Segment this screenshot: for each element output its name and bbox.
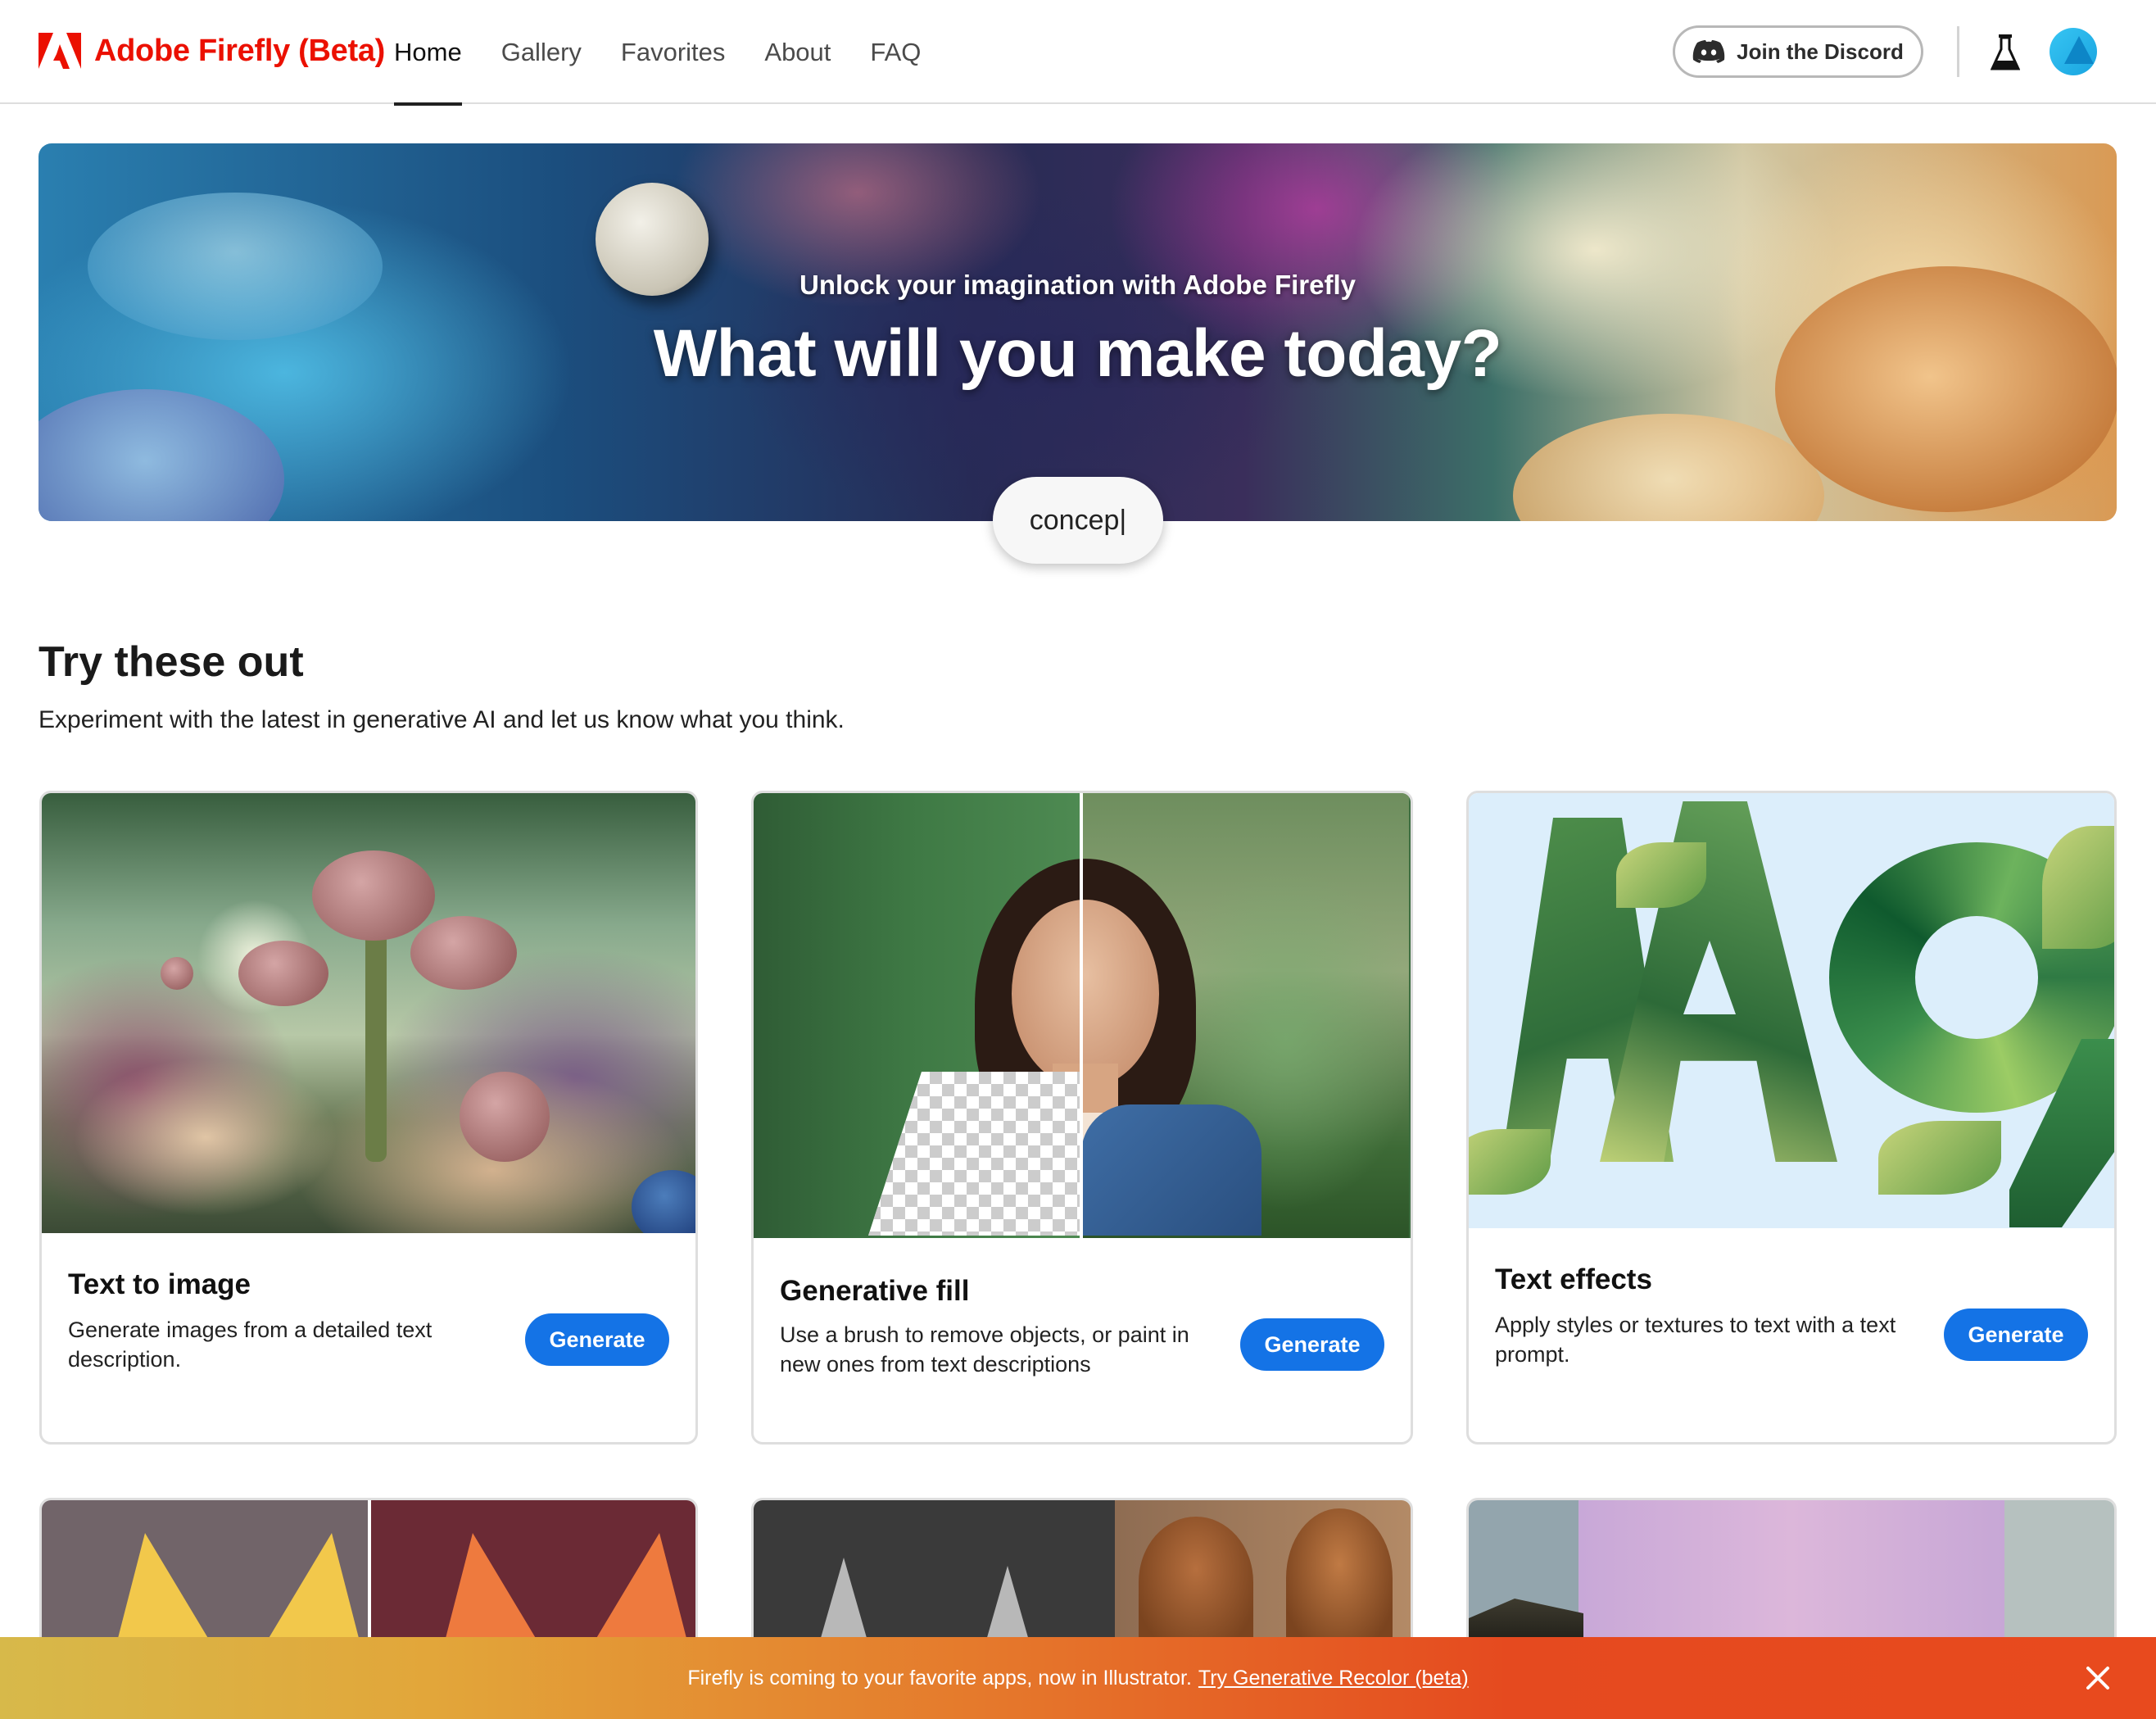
join-discord-label: Join the Discord [1737, 39, 1904, 64]
nav-gallery[interactable]: Gallery [482, 0, 601, 104]
card-image [42, 793, 695, 1233]
brand[interactable]: Adobe Firefly (Beta) [38, 33, 385, 69]
brand-name: Adobe Firefly (Beta) [94, 33, 386, 68]
gingerbread-tower [1286, 1508, 1393, 1648]
card-description: Use a brush to remove objects, or paint … [780, 1322, 1189, 1377]
hero-banner: Unlock your imagination with Adobe Firef… [38, 143, 2117, 521]
leaf [1878, 1121, 2001, 1195]
hero-title: What will you make today? [653, 316, 1502, 391]
card-description: Generate images from a detailed text des… [68, 1318, 433, 1372]
leaf [1616, 842, 1706, 908]
flower-head [238, 941, 328, 1006]
gingerbread-tower [1139, 1517, 1253, 1648]
banner-link[interactable]: Try Generative Recolor (beta) [1198, 1667, 1469, 1690]
hero-art-shape [38, 389, 284, 521]
hero-subtitle: Unlock your imagination with Adobe Firef… [799, 270, 1356, 300]
fox-ear [443, 1533, 541, 1648]
card-title: Generative fill [780, 1275, 970, 1307]
fox-ear [116, 1533, 214, 1648]
flower-head [161, 957, 193, 990]
compare-divider[interactable] [1080, 793, 1083, 1238]
card-title: Text effects [1495, 1263, 1652, 1295]
card-description: Apply styles or textures to text with a … [1495, 1313, 1896, 1367]
flower-head [460, 1072, 550, 1162]
nav-faq[interactable]: FAQ [850, 0, 940, 104]
portrait-jacket [1081, 1104, 1261, 1236]
header-divider [1957, 26, 1959, 77]
banner-text: Firefly is coming to your favorite apps,… [687, 1666, 1192, 1690]
main-nav: Home Gallery Favorites About FAQ [394, 0, 940, 106]
card-text-to-image[interactable]: Text to image Generate images from a det… [39, 791, 698, 1445]
nav-home[interactable]: Home [394, 0, 482, 106]
section-title: Try these out [38, 638, 304, 686]
card-image [1469, 793, 2114, 1228]
fox-ear [591, 1533, 689, 1648]
discord-icon [1692, 40, 1725, 63]
section-subtitle: Experiment with the latest in generative… [38, 706, 845, 733]
promo-banner: Firefly is coming to your favorite apps,… [0, 1637, 2156, 1719]
flower-head [632, 1170, 695, 1233]
nav-about[interactable]: About [745, 0, 850, 104]
hero-art-shape [1513, 414, 1824, 521]
card-text-effects[interactable]: Text effects Apply styles or textures to… [1466, 791, 2117, 1445]
leaf [1469, 1129, 1551, 1195]
nav-favorites[interactable]: Favorites [601, 0, 745, 104]
join-discord-button[interactable]: Join the Discord [1673, 25, 1923, 78]
top-header: Adobe Firefly (Beta) Home Gallery Favori… [0, 0, 2156, 106]
portrait-face [1012, 900, 1159, 1088]
letter-counter [1915, 916, 2038, 1039]
prompt-input[interactable]: concep| [993, 477, 1163, 564]
close-icon[interactable] [2081, 1662, 2114, 1694]
generate-button[interactable]: Generate [525, 1313, 669, 1366]
generate-button[interactable]: Generate [1240, 1318, 1384, 1371]
fox-ear [263, 1533, 361, 1648]
transparency-checker [868, 1072, 1081, 1236]
card-title: Text to image [68, 1268, 251, 1300]
leaf [2042, 826, 2114, 949]
flower-head [312, 850, 435, 941]
avatar[interactable] [2050, 28, 2097, 75]
card-generative-fill[interactable]: Generative fill Use a brush to remove ob… [751, 791, 1413, 1445]
plant-stem [365, 916, 387, 1162]
adobe-logo-icon [38, 33, 81, 69]
card-image [754, 793, 1411, 1238]
generate-button[interactable]: Generate [1944, 1309, 2088, 1361]
labs-flask-icon[interactable] [1991, 33, 2020, 72]
flower-head [410, 916, 517, 990]
